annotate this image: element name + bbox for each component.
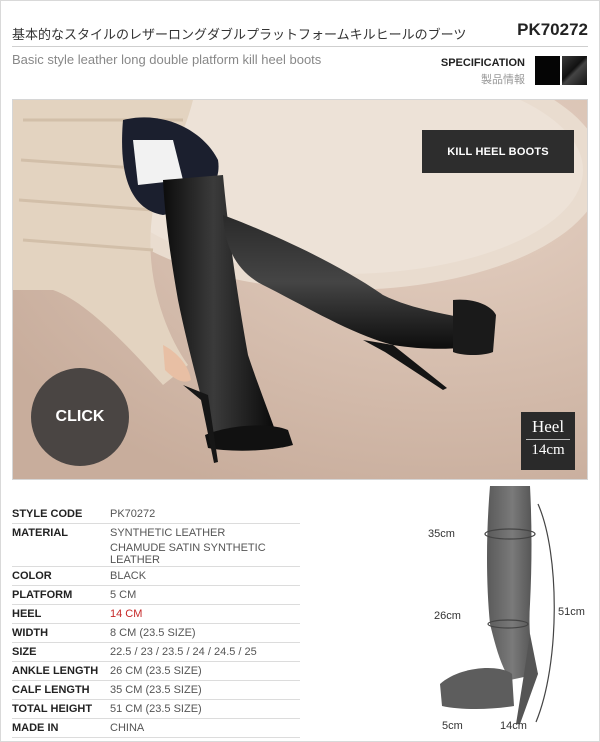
spec-value: PK70272 — [110, 505, 300, 524]
color-swatch-black[interactable] — [535, 56, 560, 85]
kill-heel-badge: KILL HEEL BOOTS — [422, 130, 574, 173]
spec-row-total-height: TOTAL HEIGHT 51 CM (23.5 SIZE) — [12, 699, 300, 719]
spec-row-platform: PLATFORM 5 CM — [12, 585, 300, 605]
spec-value: 26 CM (23.5 SIZE) — [110, 661, 300, 681]
spec-row-size: SIZE 22.5 / 23 / 23.5 / 24 / 24.5 / 25 — [12, 642, 300, 662]
product-code: PK70272 — [517, 20, 588, 39]
spec-value: BLACK — [110, 566, 300, 586]
spec-key: HEEL — [12, 604, 110, 624]
spec-row-calf-length: CALF LENGTH 35 CM (23.5 SIZE) — [12, 680, 300, 700]
heel-height-tag: Heel 14cm — [521, 412, 575, 470]
heel-measurement: 14cm — [500, 720, 527, 732]
click-button[interactable]: CLICK — [31, 368, 129, 466]
spec-key: MATERIAL — [12, 527, 69, 539]
spec-key: PLATFORM — [12, 585, 110, 605]
spec-row-style-code: STYLE CODE PK70272 — [12, 505, 300, 524]
spec-row-ankle-length: ANKLE LENGTH 26 CM (23.5 SIZE) — [12, 661, 300, 681]
spec-key: CALF LENGTH — [12, 680, 110, 700]
spec-key: COLOR — [12, 566, 110, 586]
ankle-measurement: 26cm — [434, 610, 461, 622]
spec-value: CHAMUDE SATIN SYNTHETIC LEATHER — [110, 542, 300, 567]
header-divider — [12, 46, 588, 47]
product-title-en: Basic style leather long double platform… — [12, 52, 322, 67]
specification-table: STYLE CODE PK70272 MATERIAL SYNTHETIC LEAT… — [12, 505, 300, 738]
spec-value: SYNTHETIC LEATHER — [110, 527, 226, 539]
spec-value: CHINA — [110, 718, 300, 738]
platform-measurement: 5cm — [442, 720, 463, 732]
spec-value: 5 CM — [110, 585, 300, 605]
spec-value: 22.5 / 23 / 23.5 / 24 / 24.5 / 25 — [110, 642, 300, 662]
spec-key: TOTAL HEIGHT — [12, 699, 110, 719]
spec-value-highlight: 14 CM — [110, 604, 300, 624]
spec-row-made-in: MADE IN CHINA — [12, 718, 300, 738]
spec-key: WIDTH — [12, 623, 110, 643]
spec-row-material-2: CHAMUDE SATIN SYNTHETIC LEATHER — [12, 542, 300, 567]
spec-key: ANKLE LENGTH — [12, 661, 110, 681]
spec-key: STYLE CODE — [12, 505, 110, 524]
height-measurement: 51cm — [558, 606, 585, 618]
color-swatch-black-satin[interactable] — [562, 56, 587, 85]
spec-row-width: WIDTH 8 CM (23.5 SIZE) — [12, 623, 300, 643]
spec-row-material: MATERIAL SYNTHETIC LEATHER — [12, 524, 300, 543]
specification-label-en: SPECIFICATION — [440, 57, 525, 69]
spec-value: 35 CM (23.5 SIZE) — [110, 680, 300, 700]
heel-tag-label: Heel — [531, 417, 565, 436]
spec-value: 8 CM (23.5 SIZE) — [110, 623, 300, 643]
spec-row-heel: HEEL 14 CM — [12, 604, 300, 624]
spec-value: 51 CM (23.5 SIZE) — [110, 699, 300, 719]
calf-measurement: 35cm — [428, 528, 455, 540]
product-photo: KILL HEEL BOOTS CLICK Heel 14cm — [12, 99, 588, 480]
spec-row-color: COLOR BLACK — [12, 566, 300, 586]
spec-key: MADE IN — [12, 718, 110, 738]
specification-label-jp: 製品情報 — [481, 74, 525, 86]
heel-tag-value: 14cm — [531, 442, 565, 458]
size-diagram: 35cm 26cm 51cm 5cm 14cm — [420, 484, 590, 734]
heel-tag-divider — [526, 439, 570, 440]
product-title-jp: 基本的なスタイルのレザーロングダブルプラットフォームキルヒールのブーツ — [12, 27, 467, 42]
specification-heading: SPECIFICATION 製品情報 — [441, 57, 525, 87]
spec-key: SIZE — [12, 642, 110, 662]
